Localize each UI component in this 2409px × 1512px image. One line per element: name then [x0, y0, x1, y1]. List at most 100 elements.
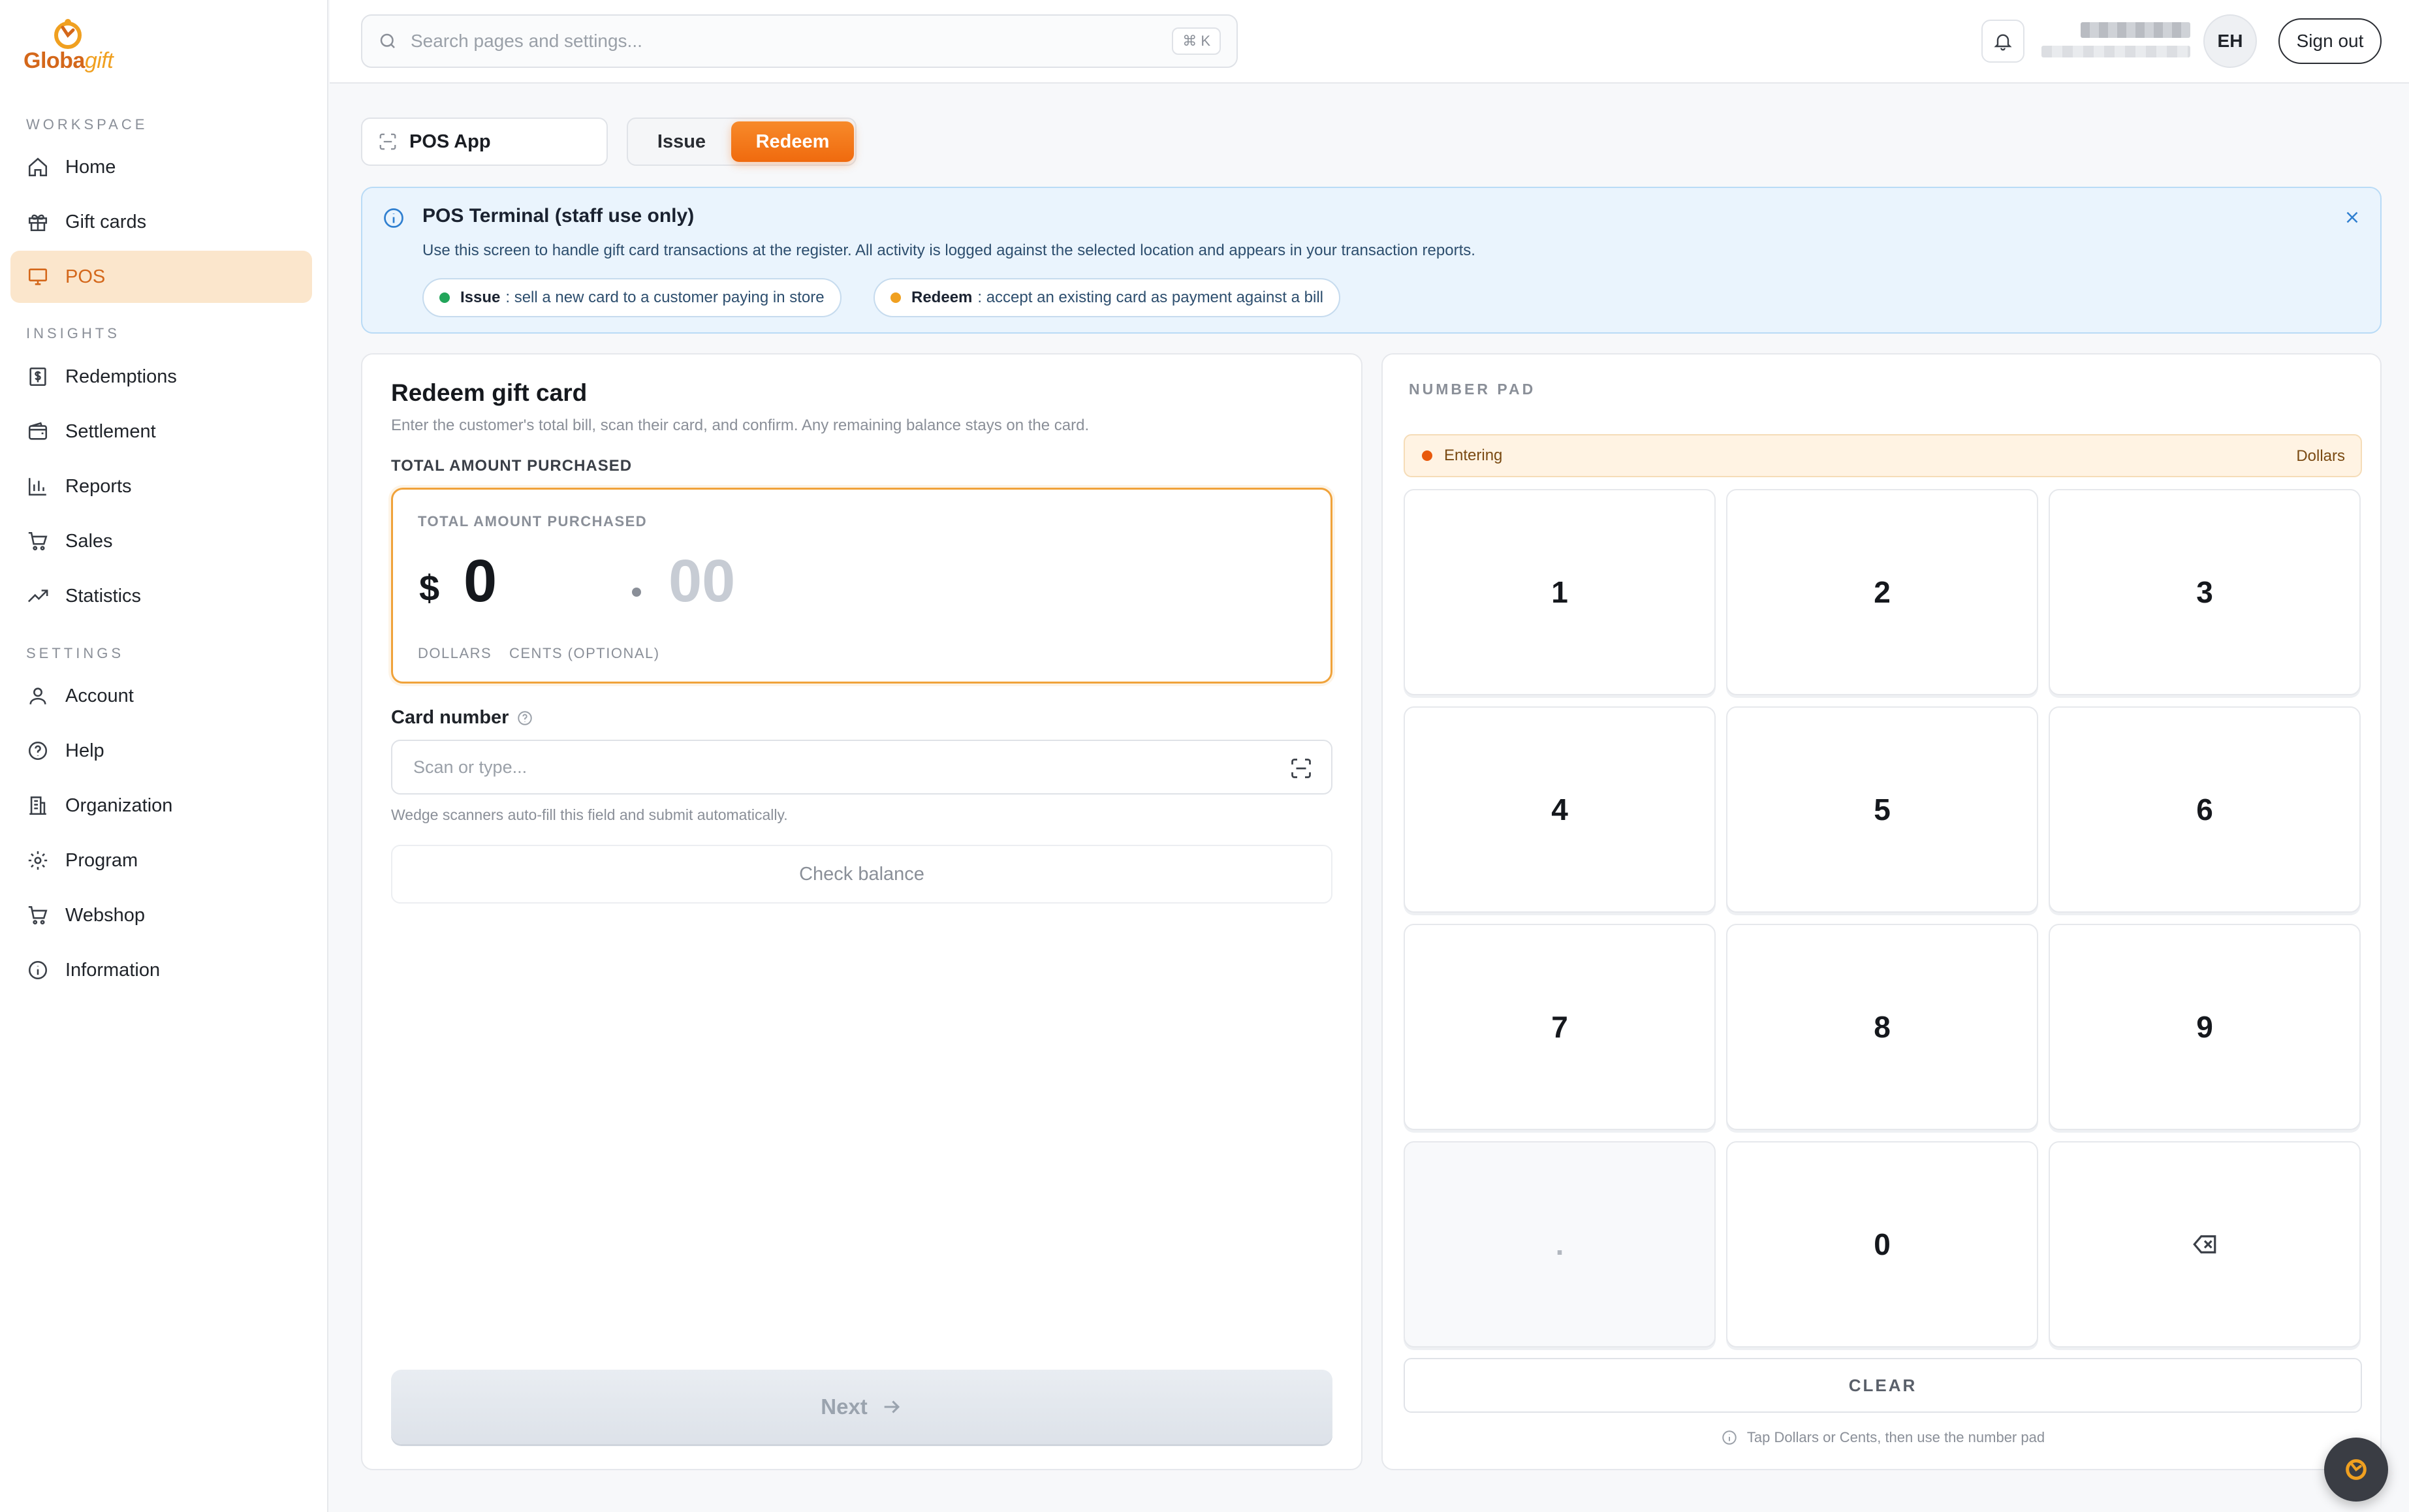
receipt-dollar-icon	[26, 365, 50, 388]
sidebar-item-statistics[interactable]: Statistics	[10, 570, 312, 622]
sidebar-item-gift-cards[interactable]: Gift cards	[10, 196, 312, 248]
notifications-button[interactable]	[1981, 20, 2024, 63]
bar-chart-icon	[26, 475, 50, 498]
scan-icon[interactable]	[1289, 757, 1313, 780]
sidebar-item-label: Information	[65, 959, 161, 981]
check-balance-button[interactable]: Check balance	[391, 845, 1332, 904]
chip-bold: Redeem	[911, 289, 973, 306]
sidebar-item-help[interactable]: Help	[10, 725, 312, 777]
tab-issue[interactable]: Issue	[632, 121, 731, 162]
info-icon	[1722, 1430, 1737, 1445]
sidebar-item-webshop[interactable]: Webshop	[10, 889, 312, 941]
sidebar-item-label: Sales	[65, 530, 113, 552]
help-circle-icon[interactable]	[516, 710, 533, 727]
card-number-input[interactable]: Scan or type...	[391, 740, 1332, 795]
gift-icon	[26, 210, 50, 234]
tab-redeem[interactable]: Redeem	[731, 121, 854, 162]
key-7[interactable]: 7	[1404, 924, 1716, 1130]
sidebar-item-organization[interactable]: Organization	[10, 780, 312, 832]
pos-app-button[interactable]: POS App	[361, 118, 608, 166]
redeem-card: Redeem gift card Enter the customer's to…	[361, 353, 1362, 1470]
redeem-subtitle: Enter the customer's total bill, scan th…	[391, 417, 1090, 434]
monitor-icon	[26, 265, 50, 289]
card-number-placeholder: Scan or type...	[413, 757, 527, 777]
shortcut-hint: ⌘ K	[1172, 27, 1221, 55]
next-button[interactable]: Next	[391, 1370, 1332, 1444]
key-decimal[interactable]: .	[1404, 1141, 1716, 1347]
currency-symbol: $	[419, 567, 440, 608]
info-banner: POS Terminal (staff use only) Use this s…	[361, 187, 2382, 334]
number-pad-card: NUMBER PAD Entering Dollars 1 2 3 4 5 6 …	[1381, 353, 2382, 1470]
sidebar-item-pos[interactable]: POS	[10, 251, 312, 303]
sidebar-item-label: Help	[65, 740, 104, 761]
key-2[interactable]: 2	[1726, 489, 2038, 695]
scan-icon	[379, 133, 396, 150]
sidebar-item-label: Organization	[65, 795, 173, 816]
sidebar-item-home[interactable]: Home	[10, 141, 312, 193]
cart-icon	[26, 529, 50, 553]
sign-out-button[interactable]: Sign out	[2278, 18, 2382, 64]
key-backspace[interactable]	[2049, 1141, 2361, 1347]
sidebar-item-label: Account	[65, 685, 134, 706]
building-icon	[26, 794, 50, 817]
entering-label: Entering	[1444, 447, 1503, 464]
banner-description: Use this screen to handle gift card tran…	[422, 242, 1475, 259]
search-input[interactable]: Search pages and settings... ⌘ K	[361, 14, 1238, 68]
chip-issue: Issue: sell a new card to a customer pay…	[422, 278, 842, 317]
chip-text: : accept an existing card as payment aga…	[977, 289, 1324, 306]
sidebar-item-label: Statistics	[65, 585, 142, 606]
bell-icon	[1994, 34, 2012, 51]
sidebar-item-sales[interactable]: Sales	[10, 515, 312, 567]
key-4[interactable]: 4	[1404, 706, 1716, 913]
entering-field: Dollars	[2296, 447, 2345, 465]
key-1[interactable]: 1	[1404, 489, 1716, 695]
avatar[interactable]: EH	[2203, 14, 2257, 68]
key-5[interactable]: 5	[1726, 706, 2038, 913]
assistant-button[interactable]	[2324, 1438, 2388, 1502]
status-dot	[1422, 450, 1432, 461]
card-number-text: Card number	[391, 707, 509, 728]
key-0[interactable]: 0	[1726, 1141, 2038, 1347]
cart-icon	[26, 904, 50, 927]
banner-title: POS Terminal (staff use only)	[422, 205, 695, 227]
key-6[interactable]: 6	[2049, 706, 2361, 913]
status-dot	[439, 292, 450, 303]
user-info-redacted	[2040, 20, 2190, 61]
app-root: Globagift WORKSPACE Home Gift cards POS …	[0, 0, 2409, 1512]
info-icon	[384, 208, 403, 228]
number-pad-tip: Tap Dollars or Cents, then use the numbe…	[1383, 1429, 2383, 1446]
logo-text: Globagift	[24, 48, 114, 73]
key-8[interactable]: 8	[1726, 924, 2038, 1130]
sidebar-item-reports[interactable]: Reports	[10, 460, 312, 512]
next-label: Next	[821, 1394, 868, 1419]
sidebar-item-program[interactable]: Program	[10, 834, 312, 887]
logo[interactable]: Globagift	[24, 13, 115, 78]
sidebar-item-label: Home	[65, 156, 116, 178]
home-icon	[26, 155, 50, 179]
status-dot	[890, 292, 901, 303]
key-9[interactable]: 9	[2049, 924, 2361, 1130]
cents-label: CENTS (OPTIONAL)	[509, 645, 660, 661]
trend-up-icon	[26, 584, 50, 608]
sidebar-item-account[interactable]: Account	[10, 670, 312, 722]
help-circle-icon	[26, 739, 50, 763]
card-number-help: Wedge scanners auto-fill this field and …	[391, 806, 788, 823]
dollars-field[interactable]: 0	[464, 547, 497, 616]
number-pad-title: NUMBER PAD	[1409, 381, 1536, 398]
logo-mark-icon	[2346, 1459, 2367, 1480]
close-icon[interactable]	[2342, 208, 2362, 227]
key-3[interactable]: 3	[2049, 489, 2361, 695]
sidebar-item-label: Redemptions	[65, 366, 177, 387]
search-placeholder: Search pages and settings...	[411, 31, 642, 51]
section-label-settings: SETTINGS	[26, 645, 125, 661]
cents-field[interactable]: 00	[669, 547, 735, 616]
backspace-icon	[2193, 1235, 2216, 1253]
sidebar-item-redemptions[interactable]: Redemptions	[10, 351, 312, 403]
sidebar: Globagift WORKSPACE Home Gift cards POS …	[0, 0, 328, 1512]
wallet-icon	[26, 420, 50, 443]
clear-button[interactable]: CLEAR	[1404, 1358, 2362, 1413]
amount-input[interactable]: TOTAL AMOUNT PURCHASED $ 0 00 DOLLARS CE…	[391, 488, 1332, 684]
sidebar-item-information[interactable]: Information	[10, 944, 312, 996]
decimal-separator	[632, 588, 641, 597]
sidebar-item-settlement[interactable]: Settlement	[10, 405, 312, 458]
